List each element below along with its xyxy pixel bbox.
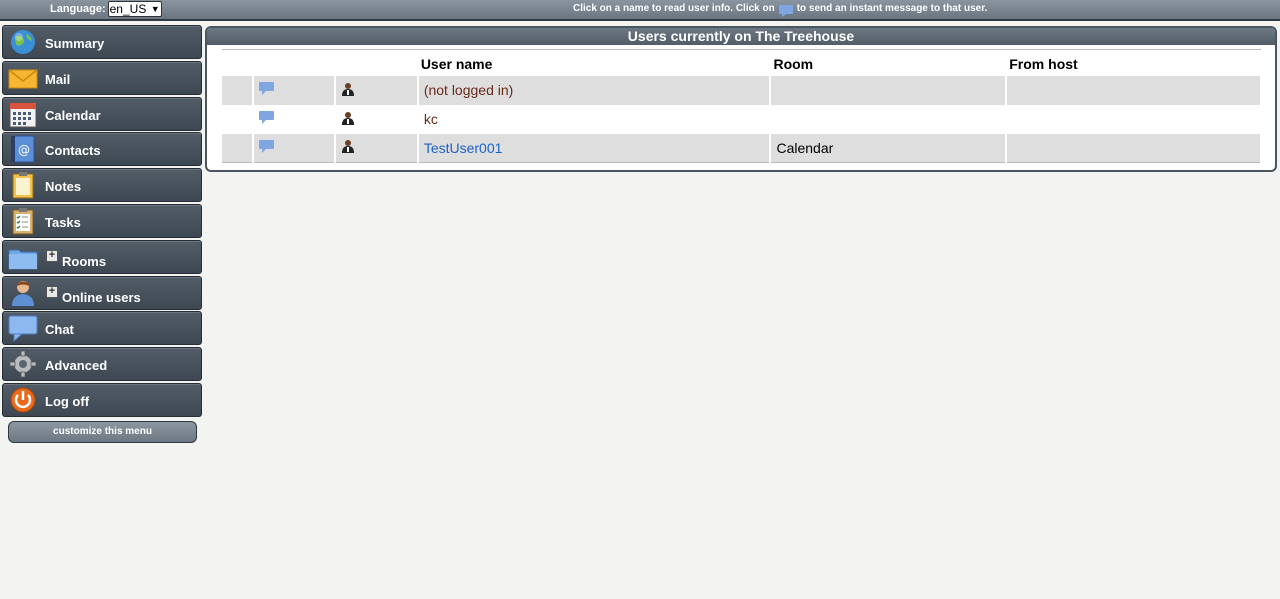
sidebar-item-label: Chat	[45, 322, 74, 338]
column-header-user-name: User name	[420, 55, 493, 72]
sidebar-item-label: Advanced	[45, 358, 108, 374]
user-name-cell: (not logged in)	[417, 75, 772, 105]
chat-bubble-icon[interactable]	[258, 111, 274, 124]
customize-menu-button[interactable]: customize this menu	[8, 421, 197, 443]
room-cell	[770, 104, 1008, 134]
sidebar-item-summary[interactable]: Summary	[2, 25, 202, 59]
table-row: TestUser001 Calendar	[222, 133, 1262, 163]
power-icon	[10, 387, 36, 413]
sidebar-item-log-off[interactable]: Log off	[2, 382, 202, 417]
panel-title: Users currently on The Treehouse	[207, 28, 1275, 45]
contacts-icon: @	[11, 135, 35, 163]
svg-text:@: @	[18, 143, 30, 157]
sidebar-item-notes[interactable]: Notes	[2, 168, 202, 203]
chat-bubble-icon[interactable]	[258, 139, 274, 153]
sidebar-item-label: Summary	[45, 36, 105, 51]
sidebar-item-label: Log off	[45, 393, 90, 409]
table-row: (not logged in)	[222, 75, 1262, 105]
user-name[interactable]: kc	[424, 111, 438, 127]
hint-text-before: Click on a name to read user info. Click…	[573, 3, 775, 14]
chat-bubble-icon	[778, 5, 793, 17]
users-table: User name Room From host (not logged in)…	[222, 49, 1262, 163]
language-selector: Language: en_US ▼	[50, 1, 162, 17]
sidebar-item-tasks[interactable]: Tasks	[2, 203, 202, 238]
column-header-room: Room	[773, 55, 814, 72]
person-icon[interactable]	[341, 111, 355, 125]
language-label: Language:	[50, 3, 106, 15]
sidebar-item-rooms[interactable]: + Rooms	[2, 239, 202, 274]
sidebar-item-label: Calendar	[45, 107, 101, 123]
gear-icon	[9, 350, 37, 378]
calendar-icon	[9, 102, 37, 128]
language-select[interactable]: en_US ▼	[107, 1, 162, 17]
tasks-icon	[12, 207, 34, 235]
sidebar-item-label: Contacts	[45, 143, 101, 159]
user-name-link[interactable]: TestUser001	[424, 140, 503, 156]
host-cell	[1006, 133, 1262, 163]
notes-icon	[12, 172, 34, 199]
sidebar: Summary Mail Calendar @ Contacts Notes T…	[2, 25, 202, 419]
sidebar-item-label: Online users	[62, 289, 141, 305]
language-value: en_US	[109, 2, 147, 16]
sidebar-item-contacts[interactable]: @ Contacts	[2, 132, 202, 167]
instructions-hint: Click on a name to read user info. Click…	[573, 0, 987, 17]
plus-icon[interactable]: +	[46, 249, 58, 262]
person-icon[interactable]	[341, 139, 355, 154]
sidebar-item-label: Tasks	[45, 214, 81, 230]
host-cell	[1006, 75, 1262, 105]
table-header-row: User name Room From host	[222, 50, 1261, 76]
sidebar-item-label: Mail	[45, 71, 71, 87]
chat-bubble-icon[interactable]	[258, 82, 274, 95]
sidebar-item-chat[interactable]: Chat	[2, 311, 202, 346]
host-cell	[1006, 104, 1262, 134]
user-icon	[12, 280, 34, 306]
online-users-panel: Users currently on The Treehouse User na…	[205, 26, 1277, 172]
sidebar-item-label: Notes	[45, 179, 82, 195]
user-name-cell: kc	[417, 104, 772, 134]
globe-icon	[11, 30, 35, 54]
user-name: (not logged in)	[423, 82, 514, 98]
mail-icon	[8, 69, 38, 89]
top-bar: Language: en_US ▼ Click on a name to rea…	[0, 0, 1280, 21]
hint-text-after: to send an instant message to that user.	[796, 3, 988, 14]
sidebar-item-online-users[interactable]: + Online users	[2, 275, 202, 310]
person-icon[interactable]	[341, 82, 355, 96]
chat-icon	[8, 315, 38, 343]
folder-icon	[8, 249, 38, 270]
sidebar-item-calendar[interactable]: Calendar	[2, 96, 202, 131]
column-header-from-host: From host	[1009, 55, 1078, 72]
sidebar-item-label: Rooms	[62, 253, 107, 269]
table-row: kc	[222, 104, 1262, 134]
room-cell: Calendar	[770, 133, 1008, 163]
sidebar-item-mail[interactable]: Mail	[2, 60, 202, 95]
plus-icon[interactable]: +	[46, 285, 58, 298]
room-cell	[770, 75, 1008, 105]
sidebar-item-advanced[interactable]: Advanced	[2, 347, 202, 382]
chevron-down-icon: ▼	[150, 4, 160, 14]
user-name-cell: TestUser001	[417, 133, 772, 163]
